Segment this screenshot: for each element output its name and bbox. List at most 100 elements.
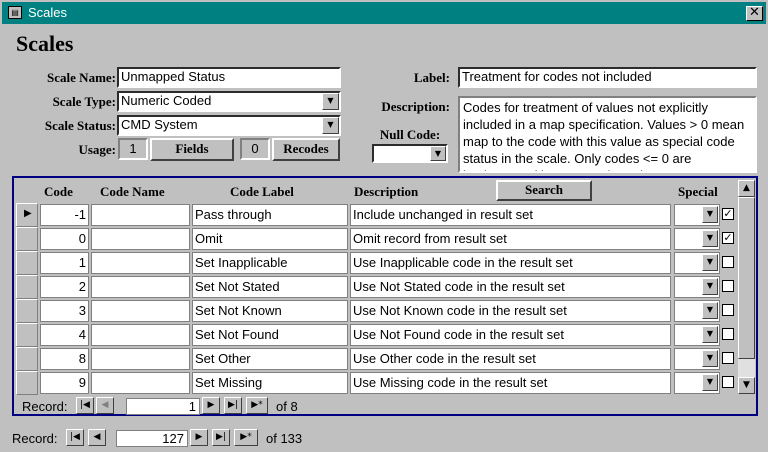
subform-prev-record-icon[interactable]: ◀: [96, 397, 114, 414]
code-label-cell[interactable]: Set Not Found: [192, 324, 348, 346]
code-cell[interactable]: 3: [40, 300, 89, 322]
check-icon: ✓: [723, 207, 733, 220]
special-dropdown-icon[interactable]: ▼: [702, 350, 718, 367]
scroll-down-icon[interactable]: ▼: [738, 377, 755, 394]
scale-status-dropdown-icon[interactable]: ▼: [322, 117, 339, 134]
description-cell[interactable]: Use Missing code in the result set: [350, 372, 671, 394]
description-cell[interactable]: Use Inapplicable code in the result set: [350, 252, 671, 274]
current-record-icon: ▶: [24, 208, 32, 219]
scroll-up-icon[interactable]: ▲: [738, 180, 755, 197]
description-cell[interactable]: Use Not Stated code in the result set: [350, 276, 671, 298]
special-dropdown-icon[interactable]: ▼: [702, 230, 718, 247]
special-checkbox[interactable]: [722, 304, 734, 316]
record-selector[interactable]: [16, 275, 38, 299]
code-label-cell[interactable]: Omit: [192, 228, 348, 250]
scale-type-dropdown-icon[interactable]: ▼: [322, 93, 339, 110]
record-number[interactable]: 127: [116, 430, 188, 447]
code-label-cell[interactable]: Set Inapplicable: [192, 252, 348, 274]
code-cell[interactable]: 0: [40, 228, 89, 250]
vertical-scrollbar[interactable]: ▲ ▼: [738, 180, 755, 394]
code-cell[interactable]: 4: [40, 324, 89, 346]
recodes-button[interactable]: Recodes: [272, 138, 340, 161]
record-selector[interactable]: [16, 227, 38, 251]
special-checkbox[interactable]: [722, 280, 734, 292]
code-name-cell[interactable]: [91, 252, 190, 274]
code-cell[interactable]: 8: [40, 348, 89, 370]
table-row[interactable]: 1 Set Inapplicable Use Inapplicable code…: [16, 251, 736, 275]
special-checkbox[interactable]: [722, 256, 734, 268]
special-checkbox[interactable]: [722, 328, 734, 340]
table-row[interactable]: 2 Set Not Stated Use Not Stated code in …: [16, 275, 736, 299]
description-cell[interactable]: Use Other code in the result set: [350, 348, 671, 370]
table-row[interactable]: 0 Omit Omit record from result set ▼ ✓: [16, 227, 736, 251]
code-name-cell[interactable]: [91, 324, 190, 346]
code-label-cell[interactable]: Set Not Known: [192, 300, 348, 322]
code-cell[interactable]: 2: [40, 276, 89, 298]
scroll-thumb[interactable]: [738, 197, 755, 359]
new-record-icon[interactable]: ▶*: [234, 429, 258, 446]
table-row[interactable]: ▶ -1 Pass through Include unchanged in r…: [16, 203, 736, 227]
scale-status-select[interactable]: CMD System: [117, 115, 341, 136]
scale-type-select[interactable]: Numeric Coded: [117, 91, 341, 112]
code-label-cell[interactable]: Pass through: [192, 204, 348, 226]
code-cell[interactable]: 1: [40, 252, 89, 274]
subform-next-record-icon[interactable]: ▶: [202, 397, 220, 414]
table-row[interactable]: 8 Set Other Use Other code in the result…: [16, 347, 736, 371]
prev-record-icon[interactable]: ◀: [88, 429, 106, 446]
record-selector[interactable]: [16, 323, 38, 347]
code-label-cell[interactable]: Set Missing: [192, 372, 348, 394]
code-name-cell[interactable]: [91, 372, 190, 394]
column-header-description: Description: [354, 184, 419, 199]
record-selector[interactable]: [16, 299, 38, 323]
special-checkbox[interactable]: ✓: [722, 232, 734, 244]
special-dropdown-icon[interactable]: ▼: [702, 278, 718, 295]
record-selector[interactable]: [16, 251, 38, 275]
description-field[interactable]: Codes for treatment of values not explic…: [458, 96, 757, 173]
description-cell[interactable]: Omit record from result set: [350, 228, 671, 250]
subform-record-number[interactable]: 1: [126, 398, 200, 415]
code-cell[interactable]: 9: [40, 372, 89, 394]
description-cell[interactable]: Include unchanged in result set: [350, 204, 671, 226]
subform-first-record-icon[interactable]: |◀: [76, 397, 94, 414]
code-name-cell[interactable]: [91, 348, 190, 370]
table-row[interactable]: 4 Set Not Found Use Not Found code in th…: [16, 323, 736, 347]
window-title-bar[interactable]: ▤ Scales ✕: [0, 0, 768, 26]
subform-last-record-icon[interactable]: ▶|: [224, 397, 242, 414]
special-checkbox[interactable]: [722, 376, 734, 388]
table-row[interactable]: 3 Set Not Known Use Not Known code in th…: [16, 299, 736, 323]
last-record-icon[interactable]: ▶|: [212, 429, 230, 446]
special-checkbox[interactable]: [722, 352, 734, 364]
close-button[interactable]: ✕: [746, 6, 763, 21]
record-selector[interactable]: [16, 371, 38, 395]
description-cell[interactable]: Use Not Known code in the result set: [350, 300, 671, 322]
code-label-cell[interactable]: Set Not Stated: [192, 276, 348, 298]
special-dropdown-icon[interactable]: ▼: [702, 302, 718, 319]
recodes-count: 0: [240, 138, 270, 160]
subform-record-total: of 8: [276, 399, 298, 414]
code-name-cell[interactable]: [91, 204, 190, 226]
subform-new-record-icon[interactable]: ▶*: [246, 397, 268, 414]
description-cell[interactable]: Use Not Found code in the result set: [350, 324, 671, 346]
special-checkbox[interactable]: ✓: [722, 208, 734, 220]
record-selector[interactable]: [16, 347, 38, 371]
special-dropdown-icon[interactable]: ▼: [702, 254, 718, 271]
record-label: Record:: [12, 431, 58, 446]
code-name-cell[interactable]: [91, 276, 190, 298]
scale-name-field[interactable]: Unmapped Status: [117, 67, 341, 88]
code-name-cell[interactable]: [91, 228, 190, 250]
code-label-cell[interactable]: Set Other: [192, 348, 348, 370]
special-dropdown-icon[interactable]: ▼: [702, 326, 718, 343]
table-row[interactable]: 9 Set Missing Use Missing code in the re…: [16, 371, 736, 395]
label-field[interactable]: Treatment for codes not included: [458, 67, 757, 88]
fields-button[interactable]: Fields: [150, 138, 234, 161]
record-selector[interactable]: ▶: [16, 203, 38, 227]
null-code-dropdown-icon[interactable]: ▼: [430, 146, 446, 161]
code-name-cell[interactable]: [91, 300, 190, 322]
special-dropdown-icon[interactable]: ▼: [702, 374, 718, 391]
column-header-code-label: Code Label: [230, 184, 294, 199]
first-record-icon[interactable]: |◀: [66, 429, 84, 446]
next-record-icon[interactable]: ▶: [190, 429, 208, 446]
search-button[interactable]: Search: [496, 180, 592, 201]
code-cell[interactable]: -1: [40, 204, 89, 226]
special-dropdown-icon[interactable]: ▼: [702, 206, 718, 223]
